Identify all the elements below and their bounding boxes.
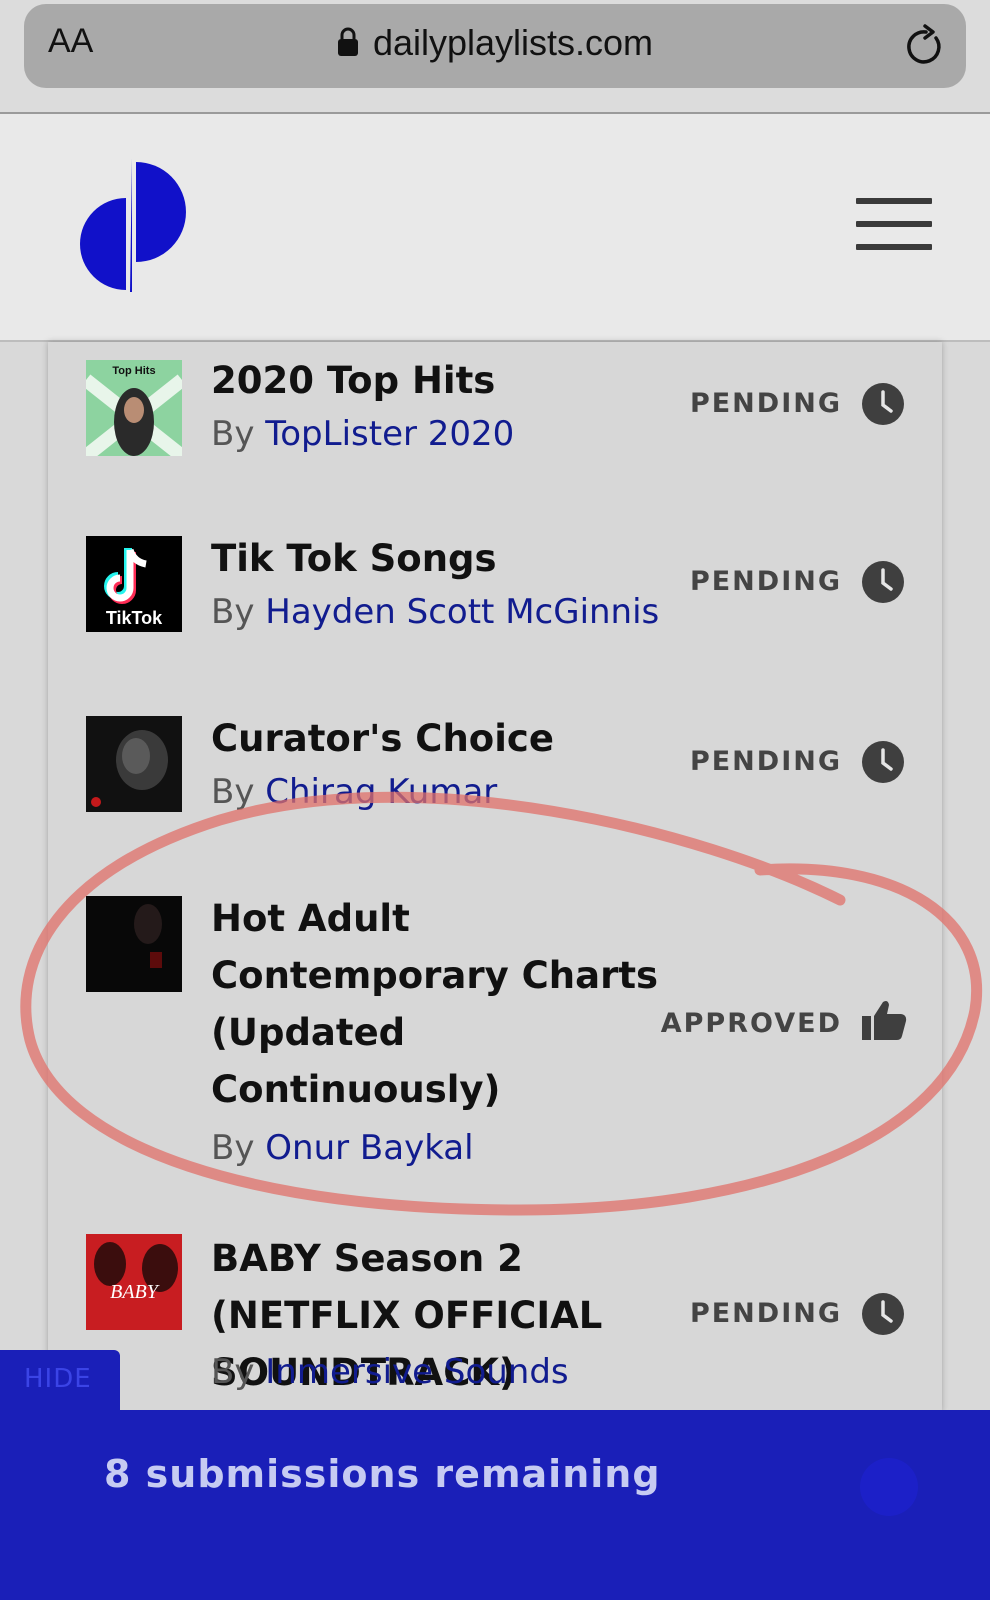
submission-row[interactable]: Hot Adult Contemporary Charts (Updated C… <box>48 878 942 1228</box>
playlist-title[interactable]: Curator's Choice <box>211 710 681 767</box>
playlist-cover: BABY <box>86 1234 182 1330</box>
url-pill[interactable]: AA dailyplaylists.com <box>24 4 966 88</box>
tiktok-cover-art: TikTok <box>86 536 182 632</box>
by-label: By <box>211 1352 255 1392</box>
playlist-byline: By Onur Baykal <box>211 1128 474 1168</box>
clock-icon <box>862 561 904 603</box>
playlist-title[interactable]: Hot Adult Contemporary Charts (Updated C… <box>211 890 681 1118</box>
url-text: dailyplaylists.com <box>372 22 654 63</box>
status-label: PENDING <box>689 388 842 419</box>
svg-text:TikTok: TikTok <box>106 608 163 628</box>
hot-ac-cover-art <box>86 896 182 992</box>
curators-choice-cover-art <box>86 716 182 812</box>
chat-bubble-icon[interactable] <box>860 1458 918 1516</box>
curator-link[interactable]: Inmersive Sounds <box>265 1352 568 1392</box>
status-label: PENDING <box>689 1298 842 1329</box>
curator-link[interactable]: TopLister 2020 <box>265 414 514 454</box>
svg-text:Top Hits: Top Hits <box>112 365 155 377</box>
status-label: PENDING <box>689 746 842 777</box>
playlist-cover <box>86 716 182 812</box>
playlist-cover: Top Hits <box>86 360 182 456</box>
thumbs-up-icon <box>862 1001 907 1040</box>
svg-text:BABY: BABY <box>110 1281 160 1303</box>
curator-link[interactable]: Onur Baykal <box>265 1128 473 1168</box>
by-label: By <box>211 592 255 632</box>
hamburger-menu-icon[interactable] <box>856 198 932 252</box>
playlist-byline: By TopLister 2020 <box>211 414 514 454</box>
playlist-byline: By Hayden Scott McGinnis <box>211 592 659 632</box>
submission-row[interactable]: BABY BABY Season 2 (NETFLIX OFFICIAL SOU… <box>48 1228 942 1412</box>
submissions-remaining-bar: 8 submissions remaining <box>0 1410 990 1600</box>
by-label: By <box>211 772 255 812</box>
playlist-title[interactable]: 2020 Top Hits <box>211 352 681 409</box>
submission-row[interactable]: Top Hits 2020 Top Hits By TopLister 2020… <box>48 342 942 518</box>
clock-icon <box>862 383 904 425</box>
clock-icon <box>862 741 904 783</box>
curator-link[interactable]: Chirag Kumar <box>265 772 497 812</box>
submissions-remaining-text: 8 submissions remaining <box>104 1452 661 1496</box>
hide-button[interactable]: HIDE <box>0 1350 120 1412</box>
browser-address-bar: AA dailyplaylists.com <box>0 0 990 114</box>
submission-row[interactable]: TikTok Tik Tok Songs By Hayden Scott McG… <box>48 518 942 698</box>
status-label: APPROVED <box>660 1008 842 1039</box>
playlist-title[interactable]: Tik Tok Songs <box>211 530 681 587</box>
baby-cover-art: BABY <box>86 1234 182 1330</box>
dailyplaylists-logo-icon[interactable] <box>70 158 198 296</box>
playlist-cover: TikTok <box>86 536 182 632</box>
lock-icon <box>337 28 358 57</box>
hide-label: HIDE <box>24 1364 92 1394</box>
playlist-byline: By Inmersive Sounds <box>211 1352 569 1392</box>
top-hits-cover-art: Top Hits <box>86 360 182 456</box>
url-display[interactable]: dailyplaylists.com <box>24 22 966 64</box>
curator-link[interactable]: Hayden Scott McGinnis <box>265 592 659 632</box>
clock-icon <box>862 1293 904 1335</box>
status-label: PENDING <box>689 566 842 597</box>
submission-row[interactable]: Curator's Choice By Chirag Kumar PENDING <box>48 698 942 878</box>
playlist-cover <box>86 896 182 992</box>
reload-icon[interactable] <box>906 24 946 68</box>
playlist-byline: By Chirag Kumar <box>211 772 497 812</box>
by-label: By <box>211 414 255 454</box>
by-label: By <box>211 1128 255 1168</box>
site-header <box>0 114 990 342</box>
submissions-card: Top Hits 2020 Top Hits By TopLister 2020… <box>48 342 942 1412</box>
